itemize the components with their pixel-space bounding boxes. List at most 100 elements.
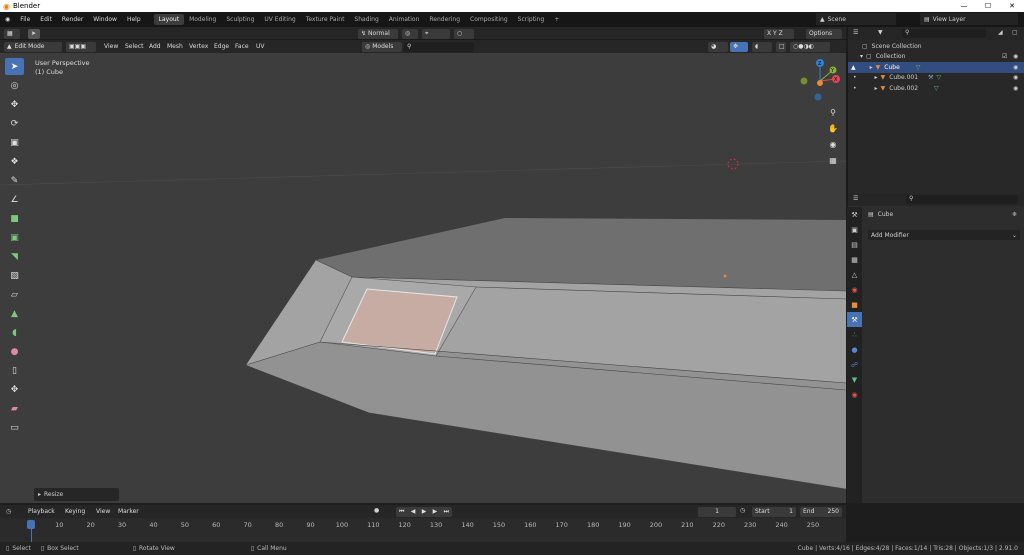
playhead[interactable] xyxy=(27,520,35,529)
object-tab-icon[interactable]: ■ xyxy=(847,297,862,312)
menu-edit[interactable]: Edit xyxy=(35,16,57,23)
menu-add[interactable]: Add xyxy=(149,43,161,50)
add-modifier-dropdown[interactable]: Add Modifier ⌄ xyxy=(868,230,1020,240)
menu-window[interactable]: Window xyxy=(88,16,122,23)
prev-key-icon[interactable]: ◀ xyxy=(411,508,416,515)
timeline-ruler[interactable]: 1102030405060708090100110120130140150160… xyxy=(0,518,846,542)
menu-uv[interactable]: UV xyxy=(256,43,265,50)
poly-build-tool-icon[interactable]: ▲ xyxy=(5,305,24,322)
rotate-tool-icon[interactable]: ⟳ xyxy=(5,115,24,132)
measure-tool-icon[interactable]: ∠ xyxy=(5,191,24,208)
jump-end-icon[interactable]: ⏭ xyxy=(444,508,449,516)
eye-icon[interactable]: ◉ xyxy=(1013,64,1018,71)
tool-tab-icon[interactable]: ⚒ xyxy=(847,207,862,222)
tab-shading[interactable]: Shading xyxy=(349,14,383,25)
eye-icon[interactable]: ◉ xyxy=(1013,74,1018,81)
orientation-models-dropdown[interactable]: ◎ Models xyxy=(362,41,402,52)
close-button[interactable]: ✕ xyxy=(1000,0,1024,12)
add-workspace-button[interactable]: + xyxy=(549,14,564,25)
menu-view[interactable]: View xyxy=(96,508,110,515)
scene-selector[interactable]: ▲ Scene xyxy=(816,13,896,25)
overlay-toggle[interactable]: ◖ xyxy=(752,41,772,52)
extrude-tool-icon[interactable]: ■ xyxy=(5,210,24,227)
tab-animation[interactable]: Animation xyxy=(384,14,425,25)
menu-keying[interactable]: Keying xyxy=(65,508,85,515)
select-tool-button[interactable]: ➤ xyxy=(28,28,40,39)
operator-panel[interactable]: ▸ Resize xyxy=(34,488,119,501)
record-icon[interactable]: ● xyxy=(374,507,379,514)
render-tab-icon[interactable]: ▣ xyxy=(847,222,862,237)
inset-tool-icon[interactable]: ▣ xyxy=(5,229,24,246)
gizmo-toggle[interactable]: ✥ xyxy=(730,41,748,52)
output-tab-icon[interactable]: ▤ xyxy=(847,237,862,252)
clock-icon[interactable]: ◷ xyxy=(740,507,745,514)
search-field[interactable]: ⚲ xyxy=(404,41,474,52)
menu-select[interactable]: Select xyxy=(125,43,144,50)
select-tool-icon[interactable]: ➤ xyxy=(5,58,24,75)
menu-file[interactable]: File xyxy=(15,16,35,23)
transform-tool-icon[interactable]: ❖ xyxy=(5,153,24,170)
tab-sculpting[interactable]: Sculpting xyxy=(221,14,259,25)
ortho-grid-icon[interactable]: ▦ xyxy=(826,153,840,169)
select-mode-buttons[interactable]: ▣▣▣ xyxy=(66,41,96,52)
physics-tab-icon[interactable]: ● xyxy=(847,342,862,357)
playback-controls[interactable]: ⏮ ◀ ▶ ▶ ⏭ xyxy=(396,506,452,517)
world-tab-icon[interactable]: ◉ xyxy=(847,282,862,297)
data-tab-icon[interactable]: ▼ xyxy=(847,372,862,387)
view-layer-tab-icon[interactable]: ▦ xyxy=(847,252,862,267)
funnel-icon[interactable]: ◢ xyxy=(998,29,1003,36)
menu-help[interactable]: Help xyxy=(122,16,146,23)
start-frame-field[interactable]: Start 1 xyxy=(752,506,796,517)
menu-marker[interactable]: Marker xyxy=(118,508,139,515)
editor-type-button[interactable]: ▦ xyxy=(4,28,20,39)
edge-slide-tool-icon[interactable]: ▯ xyxy=(5,362,24,379)
menu-face[interactable]: Face xyxy=(235,43,249,50)
outliner-row-scene-collection[interactable]: ▢ Scene Collection xyxy=(848,41,1024,52)
camera-visibility-icon[interactable]: ◉ xyxy=(1013,53,1018,60)
visibility-dropdown[interactable]: ◕ xyxy=(708,41,728,52)
spin-tool-icon[interactable]: ◖ xyxy=(5,324,24,341)
tab-scripting[interactable]: Scripting xyxy=(513,14,550,25)
checkbox-icon[interactable]: ☑ xyxy=(1002,53,1007,60)
knife-tool-icon[interactable]: ▱ xyxy=(5,286,24,303)
3d-viewport[interactable]: User Perspective (1) Cube Z Y X ⚲ ✋ ◉ ▦ … xyxy=(0,53,846,503)
proportional-edit-button[interactable]: ○ xyxy=(454,28,474,39)
shading-buttons[interactable]: ○●◑◐ xyxy=(790,41,830,52)
next-key-icon[interactable]: ▶ xyxy=(433,508,438,515)
properties-search[interactable]: ⚲ xyxy=(906,195,1018,204)
menu-vertex[interactable]: Vertex xyxy=(189,43,208,50)
menu-edge[interactable]: Edge xyxy=(214,43,229,50)
minimize-button[interactable]: — xyxy=(952,0,976,12)
modifier-tab-icon[interactable]: ⚒ xyxy=(847,312,862,327)
filter-icon[interactable]: ▼ xyxy=(878,29,883,36)
zoom-icon[interactable]: ⚲ xyxy=(826,105,840,121)
outliner-row-cube[interactable]: ▲ ▸ ▼ Cube ▽ ◉ xyxy=(848,62,1024,73)
menu-view[interactable]: View xyxy=(104,43,118,50)
transform-orientation-dropdown[interactable]: ↯ Normal xyxy=(358,28,398,39)
maximize-button[interactable]: ☐ xyxy=(976,0,1000,12)
outliner-row-collection[interactable]: ▾ ▢ Collection ☑ ◉ xyxy=(848,52,1024,63)
cursor-tool-icon[interactable]: ◎ xyxy=(5,77,24,94)
pan-hand-icon[interactable]: ✋ xyxy=(826,121,840,137)
shrink-tool-icon[interactable]: ✥ xyxy=(5,381,24,398)
tab-compositing[interactable]: Compositing xyxy=(465,14,513,25)
jump-start-icon[interactable]: ⏮ xyxy=(399,508,404,516)
constraints-tab-icon[interactable]: ☍ xyxy=(847,357,862,372)
pin-icon[interactable]: ❈ xyxy=(1012,211,1017,218)
xray-toggle[interactable]: □ xyxy=(776,41,786,52)
particles-tab-icon[interactable]: ∴ xyxy=(847,327,862,342)
end-frame-field[interactable]: End 250 xyxy=(800,506,842,517)
snap-dropdown[interactable]: ⌖ xyxy=(422,28,450,39)
tab-modeling[interactable]: Modeling xyxy=(184,14,221,25)
new-collection-icon[interactable]: ▢ xyxy=(1012,29,1018,36)
play-icon[interactable]: ▶ xyxy=(422,508,427,515)
mirror-axis-buttons[interactable]: X Y Z xyxy=(764,28,794,39)
rip-tool-icon[interactable]: ▭ xyxy=(5,419,24,436)
outliner-type-icon[interactable]: ☰ xyxy=(853,29,858,36)
tab-rendering[interactable]: Rendering xyxy=(424,14,465,25)
menu-playback[interactable]: Playback xyxy=(28,508,55,515)
menu-mesh[interactable]: Mesh xyxy=(167,43,183,50)
tab-layout[interactable]: Layout xyxy=(153,14,185,25)
loop-cut-tool-icon[interactable]: ▧ xyxy=(5,267,24,284)
annotate-tool-icon[interactable]: ✎ xyxy=(5,172,24,189)
